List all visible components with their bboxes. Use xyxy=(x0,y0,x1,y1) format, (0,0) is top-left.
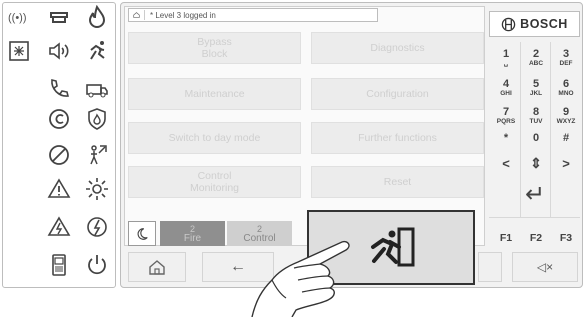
person-test-icon xyxy=(84,142,110,168)
fire-counter[interactable]: 2 Fire xyxy=(160,221,225,246)
keypad-divider xyxy=(489,217,580,218)
key-2[interactable]: 2 ABC xyxy=(521,46,551,70)
key-8[interactable]: 8 TUV xyxy=(521,104,551,128)
arrow-updown-key[interactable]: ⇕ xyxy=(521,152,551,174)
power-icon xyxy=(84,252,110,278)
reset-button[interactable]: Reset xyxy=(311,166,484,198)
panel-icon xyxy=(6,38,32,64)
key-5[interactable]: 5 JKL xyxy=(521,76,551,100)
key-3[interactable]: 3 DEF xyxy=(551,46,581,70)
home-mini-icon[interactable] xyxy=(133,10,145,20)
power-fault-icon xyxy=(84,214,110,240)
bosch-armature-icon xyxy=(501,17,516,31)
key-hash[interactable]: # xyxy=(551,128,581,148)
pointing-hand-illustration xyxy=(251,240,350,317)
mobile-device-icon xyxy=(46,252,72,278)
shield-fire-icon xyxy=(84,106,110,132)
key-1[interactable]: 1 ␣ xyxy=(491,46,521,70)
key-0[interactable]: 0 xyxy=(521,128,551,148)
siren-icon xyxy=(46,4,72,30)
night-mode-button[interactable] xyxy=(128,221,156,246)
mute-icon: ◁× xyxy=(536,260,554,274)
moon-icon xyxy=(137,227,148,240)
further-functions-button[interactable]: Further functions xyxy=(311,122,484,154)
arrow-right-key[interactable]: > xyxy=(551,152,581,174)
f2-key[interactable]: F2 xyxy=(521,226,551,250)
brand-name: BOSCH xyxy=(520,17,568,31)
arrow-left-key[interactable]: < xyxy=(491,152,521,174)
key-4[interactable]: 4 GHI xyxy=(491,76,521,100)
key-star[interactable]: * xyxy=(491,128,521,148)
running-exit-icon xyxy=(84,38,110,64)
home-button[interactable] xyxy=(128,252,186,282)
key-6[interactable]: 6 MNO xyxy=(551,76,581,100)
fire-label: Fire xyxy=(183,233,202,244)
emergency-exit-icon xyxy=(371,227,415,266)
login-status-text: * Level 3 logged in xyxy=(150,10,216,20)
key-9[interactable]: 9 WXYZ xyxy=(551,104,581,128)
home-icon xyxy=(149,260,165,275)
svg-text:((•)): ((•)) xyxy=(8,12,27,24)
configuration-button[interactable]: Configuration xyxy=(311,78,484,110)
brand-logo: BOSCH xyxy=(489,11,580,37)
status-bar: * Level 3 logged in xyxy=(128,8,378,22)
bottom-bar-slot[interactable] xyxy=(478,252,502,282)
enter-key[interactable]: ↵ xyxy=(500,180,570,210)
warning-icon xyxy=(46,176,72,202)
control-monitoring-button[interactable]: Control Monitoring xyxy=(128,166,301,198)
phone-icon xyxy=(46,76,72,102)
prohibited-icon xyxy=(46,142,72,168)
f3-key[interactable]: F3 xyxy=(551,226,581,250)
f1-key[interactable]: F1 xyxy=(491,226,521,250)
fire-flame-icon xyxy=(84,4,110,30)
sun-day-icon xyxy=(84,176,110,202)
wireless-alarm-icon: ((•)) xyxy=(6,4,32,30)
diagnostics-button[interactable]: Diagnostics xyxy=(311,32,484,64)
bypass-block-button[interactable]: Bypass Block xyxy=(128,32,301,64)
maintenance-button[interactable]: Maintenance xyxy=(128,78,301,110)
copy-c-icon xyxy=(46,106,72,132)
warning-power-icon xyxy=(46,214,72,240)
switch-day-mode-button[interactable]: Switch to day mode xyxy=(128,122,301,154)
speaker-icon xyxy=(46,38,72,64)
fire-truck-icon xyxy=(84,76,110,102)
mute-button[interactable]: ◁× xyxy=(512,252,578,282)
key-7[interactable]: 7 PQRS xyxy=(491,104,521,128)
